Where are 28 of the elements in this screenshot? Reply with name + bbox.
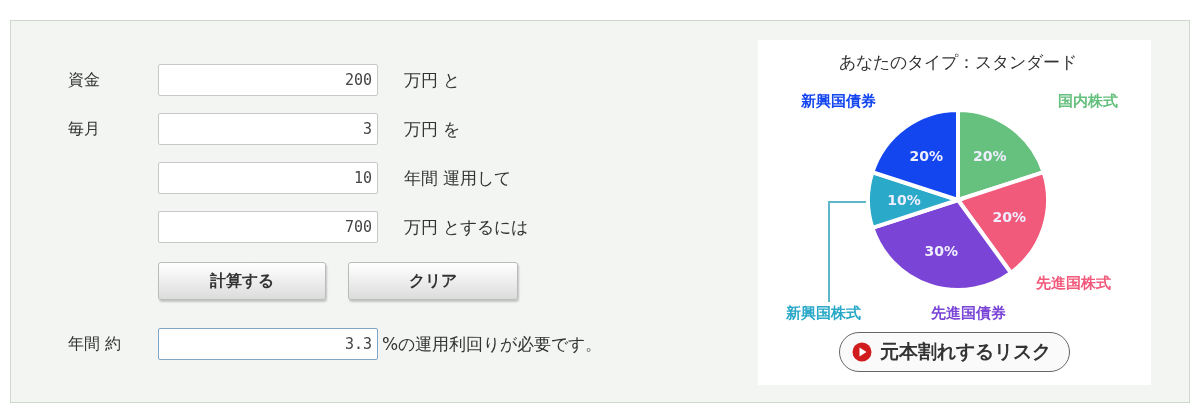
input-field[interactable]: 200 <box>158 64 378 96</box>
result-field[interactable]: 3.3 <box>158 328 378 360</box>
value-label: 10% <box>887 192 921 208</box>
category-label: 新興国債券 <box>800 92 876 110</box>
action-button[interactable]: 計算する <box>158 262 326 300</box>
value-label: 30% <box>924 243 959 260</box>
value-label: 20% <box>992 208 1027 225</box>
unit-label: 万円 と <box>404 68 461 92</box>
result-text: %の運用利回りが必要です。 <box>382 332 603 356</box>
chart-title: あなたのタイプ：スタンダード <box>839 52 1077 72</box>
play-icon <box>852 342 872 362</box>
category-label: 先進国株式 <box>1035 274 1111 292</box>
category-label: 先進国債券 <box>930 304 1006 322</box>
action-button[interactable]: クリア <box>348 262 518 300</box>
input-field[interactable]: 3 <box>158 113 378 145</box>
field-label: 年間 約 <box>68 333 123 355</box>
unit-label: 万円 とするには <box>404 215 529 239</box>
field-label: 資金 <box>68 69 101 91</box>
risk-button[interactable]: 元本割れするリスク <box>839 332 1070 372</box>
unit-label: 年間 運用して <box>404 166 512 190</box>
unit-label: 万円 を <box>404 117 461 141</box>
value-label: 20% <box>973 148 1007 165</box>
input-field[interactable]: 10 <box>158 162 378 194</box>
category-label: 新興国株式 <box>785 304 861 322</box>
field-label: 毎月 <box>68 118 101 140</box>
category-label: 国内株式 <box>1058 92 1118 110</box>
input-field[interactable]: 700 <box>158 211 378 243</box>
value-label: 20% <box>909 148 943 165</box>
